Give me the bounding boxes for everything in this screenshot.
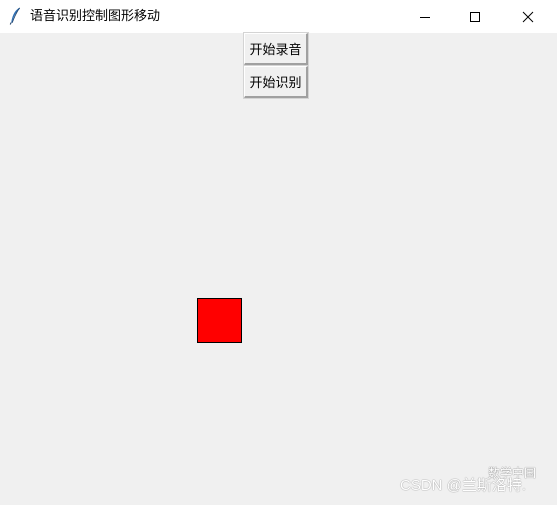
- feather-icon: [9, 7, 21, 25]
- minimize-icon: [419, 11, 431, 23]
- title-bar[interactable]: 语音识别控制图形移动: [0, 0, 557, 33]
- canvas-area: 开始录音 开始识别 CSDN @兰斯洛特. 数学中国: [0, 32, 557, 505]
- minimize-button[interactable]: [402, 0, 448, 33]
- watermark: CSDN @兰斯洛特. 数学中国: [400, 466, 536, 495]
- maximize-icon: [469, 11, 481, 23]
- close-icon: [522, 11, 534, 23]
- movable-square: [197, 298, 242, 343]
- watermark-overlay: 数学中国: [488, 466, 537, 480]
- app-window: 语音识别控制图形移动 开始录音 开始识别 CSDN @兰斯洛特. 数学中国: [0, 0, 557, 505]
- close-button[interactable]: [505, 0, 551, 33]
- maximize-button[interactable]: [452, 0, 498, 33]
- start-recognition-button[interactable]: 开始识别: [243, 65, 309, 99]
- start-recording-button[interactable]: 开始录音: [243, 32, 309, 66]
- window-title: 语音识别控制图形移动: [30, 9, 161, 24]
